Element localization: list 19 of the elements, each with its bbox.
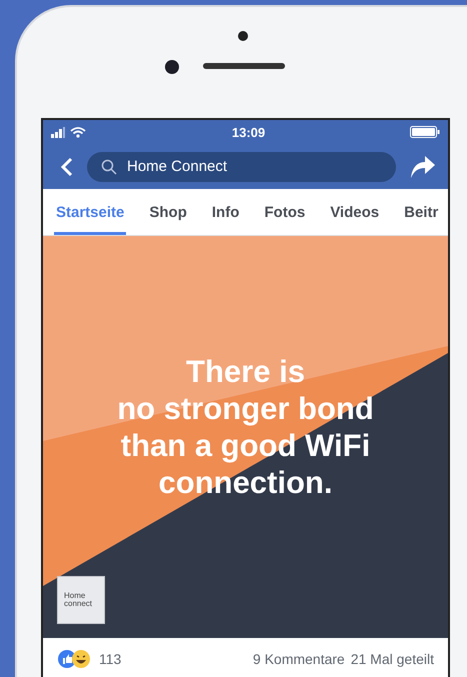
camera-icon (165, 60, 179, 74)
brand-logo: Home connect (57, 576, 105, 624)
back-chevron-icon[interactable] (61, 156, 73, 176)
search-field[interactable]: Home Connect (87, 152, 396, 182)
comment-count[interactable]: 9 Kommentare (252, 650, 345, 666)
page-tab[interactable]: Videos (328, 189, 382, 235)
page-tab[interactable]: Fotos (262, 189, 308, 235)
page-tab[interactable]: Info (210, 189, 242, 235)
battery-icon (410, 126, 440, 138)
page-tab[interactable]: Shop (147, 189, 189, 235)
reaction-count: 113 (99, 650, 122, 666)
page-tab[interactable]: Beitr (402, 189, 440, 235)
search-icon (101, 158, 117, 174)
clock-time: 13:09 (232, 124, 266, 140)
share-count[interactable]: 21 Mal geteilt (350, 650, 434, 666)
reaction-icons (57, 648, 93, 668)
signal-wifi-icon (51, 126, 87, 138)
share-arrow-icon[interactable] (410, 154, 436, 178)
sensor-dot (238, 31, 248, 41)
